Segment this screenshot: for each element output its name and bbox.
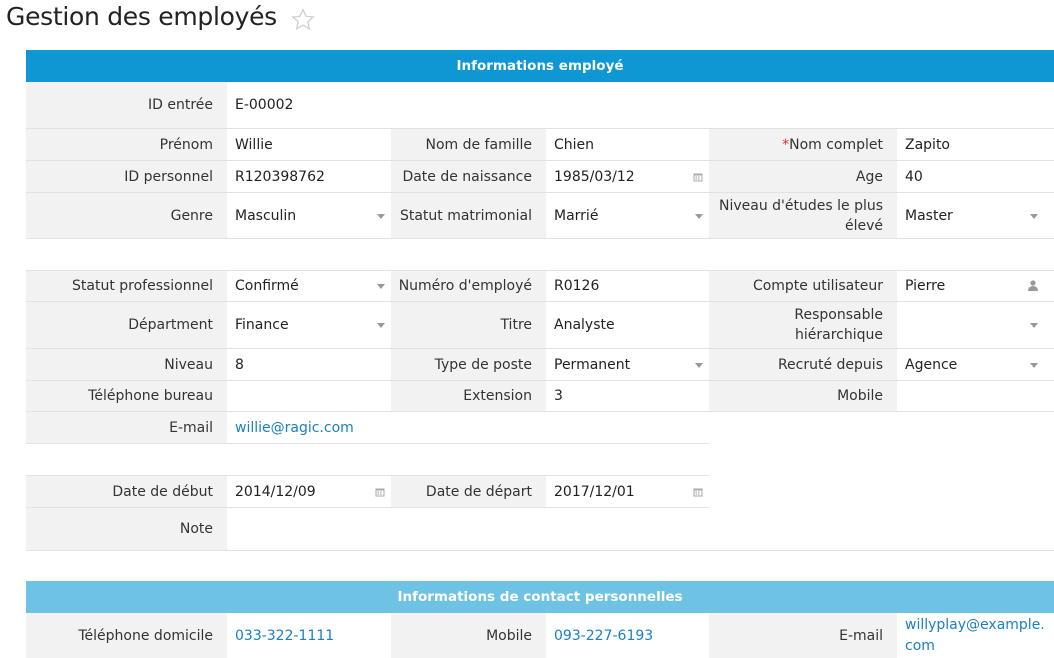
level-label: Niveau — [26, 349, 227, 380]
end-date-value: 2017/12/01 — [554, 483, 635, 500]
mobile-label: Mobile — [709, 381, 897, 411]
email-link[interactable]: willie@ragic.com — [227, 412, 709, 443]
birth-date-field[interactable]: 1985/03/12 — [546, 161, 709, 192]
office-phone-field[interactable] — [227, 381, 391, 411]
form-row: Départment Finance Titre Analyste Respon… — [26, 302, 1054, 349]
full-name-label: * Nom complet — [709, 129, 897, 160]
user-account-label: Compte utilisateur — [709, 271, 897, 301]
entry-id-value[interactable]: E-00002 — [227, 82, 1054, 128]
position-type-select[interactable]: Permanent — [546, 349, 709, 380]
form-row: E-mail willie@ragic.com — [26, 412, 709, 444]
age-label: Age — [709, 161, 897, 192]
full-name-field[interactable]: Zapito — [897, 129, 1054, 160]
page-title: Gestion des employés — [6, 2, 277, 31]
section-header-personal-contact: Informations de contact personnelles — [26, 581, 1054, 613]
employment-status-value: Confirmé — [235, 278, 299, 294]
full-name-label-text: Nom complet — [789, 136, 883, 153]
personal-email-link[interactable]: willyplay@example.com — [897, 613, 1054, 658]
education-label: Niveau d'études le plus élevé — [709, 193, 897, 238]
user-icon[interactable] — [1028, 280, 1038, 291]
recruited-via-value: Agence — [905, 356, 958, 373]
age-field[interactable]: 40 — [897, 161, 1054, 192]
gender-value: Masculin — [235, 207, 297, 224]
chevron-down-icon[interactable] — [377, 213, 385, 219]
extension-label: Extension — [391, 381, 546, 411]
note-label: Note — [26, 508, 227, 550]
department-select[interactable]: Finance — [227, 302, 391, 348]
entry-id-label: ID entrée — [26, 82, 227, 128]
calendar-icon[interactable] — [693, 487, 703, 497]
start-date-field[interactable]: 2014/12/09 — [227, 476, 391, 507]
chevron-down-icon[interactable] — [1030, 213, 1038, 219]
end-date-field[interactable]: 2017/12/01 — [546, 476, 709, 507]
form-row: Téléphone domicile 033-322-1111 Mobile 0… — [26, 613, 1054, 658]
title-field[interactable]: Analyste — [546, 302, 709, 348]
position-type-value: Permanent — [554, 356, 631, 373]
form-row: ID personnel R120398762 Date de naissanc… — [26, 161, 1054, 193]
chevron-down-icon[interactable] — [1030, 323, 1038, 328]
last-name-label: Nom de famille — [391, 129, 546, 160]
employee-number-field[interactable]: R0126 — [546, 271, 709, 301]
marital-status-select[interactable]: Marrié — [546, 193, 709, 238]
start-date-label: Date de début — [26, 476, 227, 507]
recruited-via-select[interactable]: Agence — [897, 349, 1054, 380]
first-name-field[interactable]: Willie — [227, 129, 391, 160]
calendar-icon[interactable] — [693, 172, 703, 182]
personal-id-field[interactable]: R120398762 — [227, 161, 391, 192]
end-date-label: Date de départ — [391, 476, 546, 507]
chevron-down-icon[interactable] — [377, 284, 385, 289]
personal-id-label: ID personnel — [26, 161, 227, 192]
employment-status-select[interactable]: Confirmé — [227, 271, 391, 301]
section-header-employee-info: Informations employé — [26, 50, 1054, 82]
home-phone-label: Téléphone domicile — [26, 613, 227, 658]
chevron-down-icon[interactable] — [377, 323, 385, 328]
personal-email-label: E-mail — [709, 613, 897, 658]
title-label: Titre — [391, 302, 546, 348]
form-row: Note — [26, 508, 1054, 551]
mobile-field[interactable] — [897, 381, 1054, 411]
gender-label: Genre — [26, 193, 227, 238]
education-value: Master — [905, 207, 953, 224]
email-label: E-mail — [26, 412, 227, 443]
marital-status-label: Statut matrimonial — [391, 193, 546, 238]
department-label: Départment — [26, 302, 227, 348]
employee-number-label: Numéro d'employé — [391, 271, 546, 301]
note-field[interactable] — [227, 508, 1054, 550]
required-mark: * — [782, 136, 790, 153]
personal-mobile-link[interactable]: 093-227-6193 — [546, 613, 709, 658]
birth-date-value: 1985/03/12 — [554, 168, 635, 185]
chevron-down-icon[interactable] — [695, 362, 703, 368]
chevron-down-icon[interactable] — [1030, 362, 1038, 368]
manager-select[interactable] — [897, 302, 1054, 348]
chevron-down-icon[interactable] — [695, 213, 703, 219]
extension-field[interactable]: 3 — [546, 381, 709, 411]
level-field[interactable]: 8 — [227, 349, 391, 380]
form-row: Genre Masculin Statut matrimonial Marrié… — [26, 193, 1054, 239]
form-row: Téléphone bureau Extension 3 Mobile — [26, 381, 1054, 412]
star-icon[interactable] — [290, 7, 316, 33]
employment-status-label: Statut professionnel — [26, 271, 227, 301]
office-phone-label: Téléphone bureau — [26, 381, 227, 411]
manager-label: Responsable hiérarchique — [709, 302, 897, 348]
gender-select[interactable]: Masculin — [227, 193, 391, 238]
form-row: Statut professionnel Confirmé Numéro d'e… — [26, 271, 1054, 302]
user-account-value: Pierre — [905, 278, 946, 294]
form-row: Date de début 2014/12/09 Date de départ … — [26, 476, 709, 508]
personal-mobile-label: Mobile — [391, 613, 546, 658]
birth-date-label: Date de naissance — [391, 161, 546, 192]
form-row: Prénom Willie Nom de famille Chien * Nom … — [26, 129, 1054, 161]
position-type-label: Type de poste — [391, 349, 546, 380]
recruited-via-label: Recruté depuis — [709, 349, 897, 380]
department-value: Finance — [235, 317, 289, 333]
education-select[interactable]: Master — [897, 193, 1054, 238]
last-name-field[interactable]: Chien — [546, 129, 709, 160]
start-date-value: 2014/12/09 — [235, 483, 316, 500]
home-phone-link[interactable]: 033-322-1111 — [227, 613, 391, 658]
calendar-icon[interactable] — [375, 487, 385, 497]
user-account-field[interactable]: Pierre — [897, 271, 1054, 301]
first-name-label: Prénom — [26, 129, 227, 160]
form-row: Niveau 8 Type de poste Permanent Recruté… — [26, 349, 1054, 381]
marital-status-value: Marrié — [554, 207, 599, 224]
form-row: ID entrée E-00002 — [26, 82, 1054, 129]
